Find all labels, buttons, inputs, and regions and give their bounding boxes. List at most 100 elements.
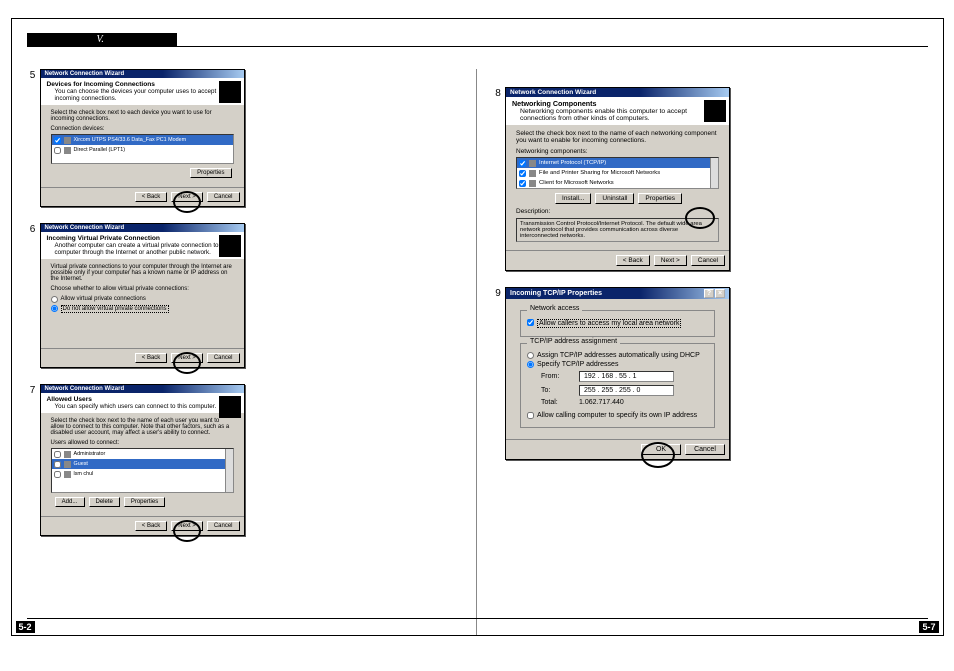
no-vpn-radio[interactable] — [51, 305, 58, 312]
from-ip-input[interactable]: 192 . 168 . 55 . 1 — [579, 371, 674, 382]
add-button[interactable]: Add... — [55, 497, 85, 507]
user-icon — [64, 471, 71, 478]
group-label: TCP/IP address assignment — [527, 338, 620, 345]
header-rule — [27, 46, 928, 47]
wizard-icon — [704, 100, 726, 122]
wizard-heading: Incoming Virtual Private Connection — [47, 235, 160, 242]
cancel-button[interactable]: Cancel — [207, 521, 240, 531]
wizard-devices: Network Connection Wizard Devices for In… — [40, 69, 245, 207]
component-checkbox[interactable] — [519, 160, 526, 167]
step-number: 7 — [26, 384, 40, 398]
network-access-group: Network access Allow callers to access m… — [520, 310, 715, 337]
ok-button[interactable]: OK — [641, 444, 681, 455]
step-6: 6 Network Connection Wizard Incoming Vir… — [28, 223, 461, 368]
step-number: 9 — [491, 287, 505, 301]
scrollbar[interactable] — [710, 158, 718, 188]
allow-caller-ip-checkbox[interactable] — [527, 412, 534, 419]
group-label: Network access — [527, 305, 582, 312]
step-number: 6 — [26, 223, 40, 237]
step-8: 8 Network Connection Wizard Networking C… — [493, 87, 927, 271]
install-button[interactable]: Install... — [555, 193, 591, 204]
component-list[interactable]: Internet Protocol (TCP/IP) File and Prin… — [516, 157, 719, 189]
device-list[interactable]: Xircom UTPS PS4/33.6 Data_Fax PC1 Modem … — [51, 134, 234, 164]
choose-label: Choose whether to allow virtual private … — [51, 286, 234, 292]
wizard-icon — [219, 235, 241, 257]
list-item[interactable]: Direct Parallel (LPT1) — [52, 145, 233, 155]
component-checkbox[interactable] — [519, 180, 526, 187]
wizard-subheading: Networking components enable this comput… — [512, 108, 723, 122]
user-checkbox[interactable] — [54, 451, 61, 458]
properties-button[interactable]: Properties — [190, 168, 231, 178]
back-button[interactable]: < Back — [135, 521, 168, 531]
component-checkbox[interactable] — [519, 170, 526, 177]
back-button[interactable]: < Back — [135, 353, 168, 363]
dhcp-radio[interactable] — [527, 352, 534, 359]
back-button[interactable]: < Back — [616, 255, 650, 266]
wizard-subheading: You can specify which users can connect … — [47, 403, 217, 410]
step-number: 8 — [491, 87, 505, 101]
user-icon — [64, 461, 71, 468]
chapter-header: V. — [27, 33, 177, 46]
user-icon — [64, 451, 71, 458]
list-item[interactable]: Xircom UTPS PS4/33.6 Data_Fax PC1 Modem — [52, 135, 233, 145]
cancel-button[interactable]: Cancel — [207, 192, 240, 202]
list-item[interactable]: lsm chul — [52, 469, 233, 479]
user-checkbox[interactable] — [54, 461, 61, 468]
help-button[interactable]: ? — [704, 289, 714, 298]
wizard-icon — [219, 396, 241, 418]
user-name: Administrator — [74, 451, 106, 457]
right-column: 8 Network Connection Wizard Networking C… — [477, 69, 943, 635]
uninstall-button[interactable]: Uninstall — [595, 193, 634, 204]
user-list[interactable]: Administrator Guest lsm chul — [51, 448, 234, 493]
specify-radio[interactable] — [527, 361, 534, 368]
cancel-button[interactable]: Cancel — [691, 255, 725, 266]
close-button[interactable]: × — [715, 289, 725, 298]
radio-label: Specify TCP/IP addresses — [537, 361, 618, 368]
cancel-button[interactable]: Cancel — [685, 444, 725, 455]
list-label: Connection devices: — [51, 126, 234, 132]
wizard-heading: Devices for Incoming Connections — [47, 81, 155, 88]
list-item[interactable]: Client for Microsoft Networks — [517, 178, 718, 188]
delete-button[interactable]: Delete — [89, 497, 120, 507]
instruction-text: Virtual private connections to your comp… — [51, 264, 234, 282]
properties-button[interactable]: Properties — [124, 497, 165, 507]
device-name: Direct Parallel (LPT1) — [74, 147, 126, 153]
window-title: Network Connection Wizard — [45, 386, 125, 392]
next-button[interactable]: Next > — [654, 255, 687, 266]
title-bar: Network Connection Wizard — [41, 385, 244, 393]
device-checkbox[interactable] — [54, 137, 61, 144]
instruction-text: Select the check box next to the name of… — [516, 130, 719, 144]
wizard-heading: Allowed Users — [47, 396, 92, 403]
title-bar[interactable]: Incoming TCP/IP Properties ? × — [506, 288, 729, 299]
list-label: Users allowed to connect: — [51, 440, 234, 446]
wizard-subheading: You can choose the devices your computer… — [47, 88, 238, 102]
list-item[interactable]: Internet Protocol (TCP/IP) — [517, 158, 718, 168]
device-checkbox[interactable] — [54, 147, 61, 154]
client-icon — [529, 180, 536, 187]
cancel-button[interactable]: Cancel — [207, 353, 240, 363]
to-ip-input[interactable]: 255 . 255 . 255 . 0 — [579, 385, 674, 396]
instruction-text: Select the check box next to the name of… — [51, 418, 234, 436]
total-label: Total: — [541, 399, 569, 406]
from-label: From: — [541, 373, 569, 380]
window-title: Network Connection Wizard — [45, 71, 125, 77]
next-button[interactable]: Next > — [171, 192, 203, 202]
protocol-icon — [529, 160, 536, 167]
list-item[interactable]: Administrator — [52, 449, 233, 459]
user-checkbox[interactable] — [54, 471, 61, 478]
next-button[interactable]: Next > — [171, 353, 203, 363]
scrollbar[interactable] — [225, 449, 233, 492]
allow-vpn-radio[interactable] — [51, 296, 58, 303]
component-name: Client for Microsoft Networks — [539, 180, 614, 186]
allow-lan-checkbox[interactable] — [527, 319, 534, 326]
properties-button[interactable]: Properties — [638, 193, 682, 204]
page-number-right: 5-7 — [919, 621, 938, 633]
radio-label: Assign TCP/IP addresses automatically us… — [537, 352, 700, 359]
list-item[interactable]: File and Printer Sharing for Microsoft N… — [517, 168, 718, 178]
description-text: Transmission Control Protocol/Internet P… — [516, 218, 719, 242]
wizard-subheading: Another computer can create a virtual pr… — [47, 242, 238, 256]
next-button[interactable]: Next > — [171, 521, 203, 531]
list-item[interactable]: Guest — [52, 459, 233, 469]
back-button[interactable]: < Back — [135, 192, 168, 202]
step-number: 5 — [26, 69, 40, 83]
